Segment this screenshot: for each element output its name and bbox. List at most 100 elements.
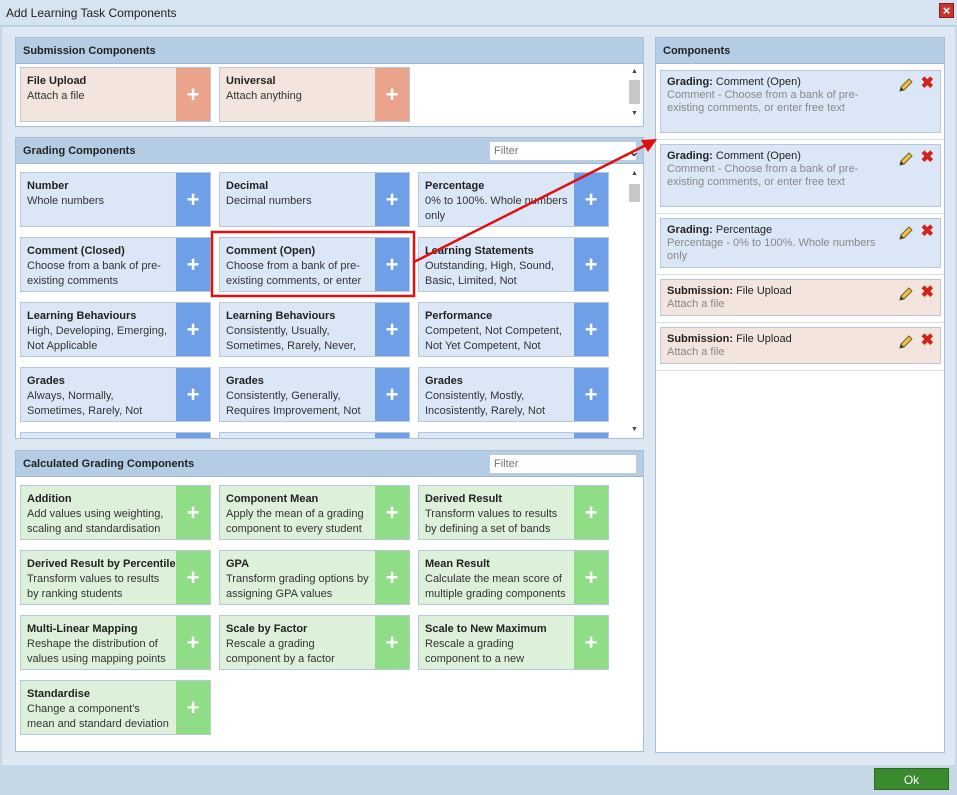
grading-header-title: Grading Components	[23, 145, 136, 157]
grading-scrollbar[interactable]: ▲ ▼	[629, 168, 640, 436]
add-scale-to-new-maximum-button[interactable]: +	[574, 616, 608, 669]
grading-card-percentage[interactable]: Percentage 0% to 100%. Whole numbers only…	[418, 172, 609, 227]
submission-card-universal[interactable]: Universal Attach anything +	[219, 67, 410, 122]
scroll-down-icon[interactable]: ▼	[629, 424, 640, 436]
close-icon[interactable]: ×	[939, 3, 954, 18]
delete-x-icon[interactable]: ✖	[921, 224, 934, 240]
card-name: Grades	[27, 375, 65, 387]
component-item[interactable]: Submission: File Upload Attach a file ✖	[660, 279, 941, 316]
edit-pencil-icon[interactable]	[898, 225, 914, 241]
calculated-card-scale-by-factor[interactable]: Scale by Factor Rescale a grading compone…	[219, 615, 410, 670]
calculated-card-standardise[interactable]: Standardise Change a component's mean and…	[20, 680, 211, 735]
edit-pencil-icon[interactable]	[898, 151, 914, 167]
plus-icon[interactable]	[574, 433, 608, 438]
grading-card-partial[interactable]	[418, 432, 609, 438]
add-decimal-button[interactable]: +	[375, 173, 409, 226]
grading-card-number[interactable]: Number Whole numbers +	[20, 172, 211, 227]
component-item[interactable]: Grading: Percentage Percentage - 0% to 1…	[660, 218, 941, 268]
scroll-thumb[interactable]	[629, 184, 640, 202]
add-multi-linear-mapping-button[interactable]: +	[176, 616, 210, 669]
calculated-card-derived-result-percentile[interactable]: Derived Result by Percentile Transform va…	[20, 550, 211, 605]
submission-scrollbar[interactable]: ▲ ▼	[629, 66, 640, 124]
add-performance-button[interactable]: +	[574, 303, 608, 356]
add-scale-by-factor-button[interactable]: +	[375, 616, 409, 669]
component-item[interactable]: Grading: Comment (Open) Comment - Choose…	[660, 70, 941, 133]
add-number-button[interactable]: +	[176, 173, 210, 226]
plus-icon[interactable]	[375, 433, 409, 438]
grading-card-grades-1[interactable]: Grades Always, Normally, Sometimes, Rarel…	[20, 367, 211, 422]
component-kind: Submission:	[667, 333, 734, 345]
add-file-upload-button[interactable]: +	[176, 68, 210, 121]
add-mean-result-button[interactable]: +	[574, 551, 608, 604]
grading-card-decimal[interactable]: Decimal Decimal numbers +	[219, 172, 410, 227]
delete-x-icon[interactable]: ✖	[921, 150, 934, 166]
add-derived-result-percentile-button[interactable]: +	[176, 551, 210, 604]
component-item[interactable]: Submission: File Upload Attach a file ✖	[660, 327, 941, 364]
calculated-filter-input[interactable]	[489, 454, 637, 474]
add-grades-button[interactable]: +	[574, 368, 608, 421]
card-desc: Attach a file	[27, 90, 85, 102]
scroll-down-icon[interactable]: ▼	[629, 108, 640, 120]
add-comment-closed-button[interactable]: +	[176, 238, 210, 291]
divider	[656, 322, 944, 323]
card-name: Comment (Closed)	[27, 245, 125, 257]
edit-pencil-icon[interactable]	[898, 286, 914, 302]
card-desc: Consistently, Usually, Sometimes, Rarely…	[226, 325, 357, 356]
ok-button[interactable]: Ok	[874, 768, 949, 790]
scroll-up-icon[interactable]: ▲	[629, 168, 640, 180]
delete-x-icon[interactable]: ✖	[921, 76, 934, 92]
chevron-down-icon[interactable]: ⌄	[629, 139, 639, 165]
add-learning-behaviours-button[interactable]: +	[176, 303, 210, 356]
add-standardise-button[interactable]: +	[176, 681, 210, 734]
card-name: Multi-Linear Mapping	[27, 623, 138, 635]
submission-components-header: Submission Components	[16, 38, 643, 64]
add-grades-button[interactable]: +	[375, 368, 409, 421]
title-bar: Add Learning Task Components ×	[0, 0, 957, 26]
scroll-thumb[interactable]	[629, 80, 640, 104]
add-addition-button[interactable]: +	[176, 486, 210, 539]
grading-card-partial[interactable]	[20, 432, 211, 438]
calculated-card-multi-linear-mapping[interactable]: Multi-Linear Mapping Reshape the distribu…	[20, 615, 211, 670]
grading-card-grades-3[interactable]: Grades Consistently, Mostly, Incosistentl…	[418, 367, 609, 422]
card-desc: Whole numbers	[27, 195, 105, 207]
plus-icon[interactable]	[176, 433, 210, 438]
add-learning-statements-button[interactable]: +	[574, 238, 608, 291]
calculated-card-scale-to-new-maximum[interactable]: Scale to New Maximum Rescale a grading co…	[418, 615, 609, 670]
grading-card-comment-open[interactable]: Comment (Open) Choose from a bank of pre-…	[219, 237, 410, 292]
card-name: Performance	[425, 310, 493, 322]
card-desc: Rescale a grading component by a factor	[226, 638, 335, 665]
card-desc: Attach anything	[226, 90, 302, 102]
grading-card-learning-behaviours-1[interactable]: Learning Behaviours High, Developing, Eme…	[20, 302, 211, 357]
grading-card-performance[interactable]: Performance Competent, Not Competent, Not…	[418, 302, 609, 357]
calculated-card-component-mean[interactable]: Component Mean Apply the mean of a gradin…	[219, 485, 410, 540]
component-item[interactable]: Grading: Comment (Open) Comment - Choose…	[660, 144, 941, 207]
component-name: Comment (Open)	[715, 76, 801, 88]
grading-card-grades-2[interactable]: Grades Consistently, Generally, Requires …	[219, 367, 410, 422]
grading-card-learning-statements[interactable]: Learning Statements Outstanding, High, So…	[418, 237, 609, 292]
grading-filter-input[interactable]	[489, 141, 637, 161]
component-desc: Percentage - 0% to 100%. Whole numbers o…	[667, 237, 876, 262]
scroll-up-icon[interactable]: ▲	[629, 66, 640, 78]
add-grades-button[interactable]: +	[176, 368, 210, 421]
grading-card-learning-behaviours-2[interactable]: Learning Behaviours Consistently, Usually…	[219, 302, 410, 357]
add-component-mean-button[interactable]: +	[375, 486, 409, 539]
submission-card-file-upload[interactable]: File Upload Attach a file +	[20, 67, 211, 122]
edit-pencil-icon[interactable]	[898, 77, 914, 93]
calculated-card-derived-result[interactable]: Derived Result Transform values to result…	[418, 485, 609, 540]
card-desc: Competent, Not Competent, Not Yet Compet…	[425, 325, 562, 352]
add-gpa-button[interactable]: +	[375, 551, 409, 604]
grading-card-partial[interactable]	[219, 432, 410, 438]
calculated-card-addition[interactable]: Addition Add values using weighting, scal…	[20, 485, 211, 540]
calculated-card-gpa[interactable]: GPA Transform grading options by assignin…	[219, 550, 410, 605]
add-derived-result-button[interactable]: +	[574, 486, 608, 539]
add-comment-open-button[interactable]: +	[375, 238, 409, 291]
add-learning-behaviours-button[interactable]: +	[375, 303, 409, 356]
grading-card-comment-closed[interactable]: Comment (Closed) Choose from a bank of pr…	[20, 237, 211, 292]
add-universal-button[interactable]: +	[375, 68, 409, 121]
calculated-card-mean-result[interactable]: Mean Result Calculate the mean score of m…	[418, 550, 609, 605]
add-percentage-button[interactable]: +	[574, 173, 608, 226]
component-desc: Comment - Choose from a bank of pre-exis…	[667, 89, 859, 114]
delete-x-icon[interactable]: ✖	[921, 285, 934, 301]
edit-pencil-icon[interactable]	[898, 334, 914, 350]
delete-x-icon[interactable]: ✖	[921, 333, 934, 349]
